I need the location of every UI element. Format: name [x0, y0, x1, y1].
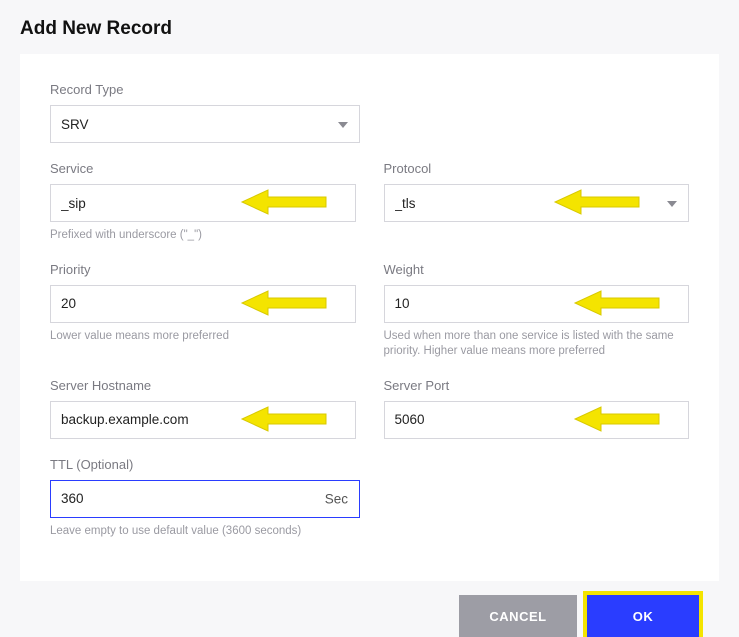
ok-button[interactable]: OK [587, 595, 699, 637]
dialog-actions: CANCEL OK [20, 581, 719, 637]
server-hostname-field: Server Hostname [50, 378, 356, 439]
weight-helper: Used when more than one service is liste… [384, 329, 690, 360]
protocol-field: Protocol _tls [384, 161, 690, 244]
weight-input[interactable] [384, 285, 690, 323]
server-port-field: Server Port [384, 378, 690, 439]
service-helper: Prefixed with underscore ("_") [50, 228, 356, 244]
page-title: Add New Record [20, 18, 719, 40]
ttl-label: TTL (Optional) [50, 457, 360, 472]
record-type-select[interactable]: SRV [50, 105, 360, 143]
priority-helper: Lower value means more preferred [50, 329, 356, 345]
cancel-button[interactable]: CANCEL [459, 595, 577, 637]
server-port-label: Server Port [384, 378, 690, 393]
service-input[interactable] [50, 184, 356, 222]
priority-input[interactable] [50, 285, 356, 323]
record-type-label: Record Type [50, 82, 360, 97]
server-port-input[interactable] [384, 401, 690, 439]
record-type-field: Record Type SRV [50, 82, 360, 143]
weight-label: Weight [384, 262, 690, 277]
ttl-helper: Leave empty to use default value (3600 s… [50, 524, 360, 540]
ttl-field: TTL (Optional) Sec Leave empty to use de… [50, 457, 360, 540]
protocol-label: Protocol [384, 161, 690, 176]
protocol-select[interactable]: _tls [384, 184, 690, 222]
service-label: Service [50, 161, 356, 176]
server-hostname-input[interactable] [50, 401, 356, 439]
server-hostname-label: Server Hostname [50, 378, 356, 393]
priority-field: Priority Lower value means more preferre… [50, 262, 356, 360]
weight-field: Weight Used when more than one service i… [384, 262, 690, 360]
service-field: Service Prefixed with underscore ("_") [50, 161, 356, 244]
form-card: Record Type SRV Service [20, 54, 719, 581]
priority-label: Priority [50, 262, 356, 277]
ttl-input[interactable] [50, 480, 360, 518]
